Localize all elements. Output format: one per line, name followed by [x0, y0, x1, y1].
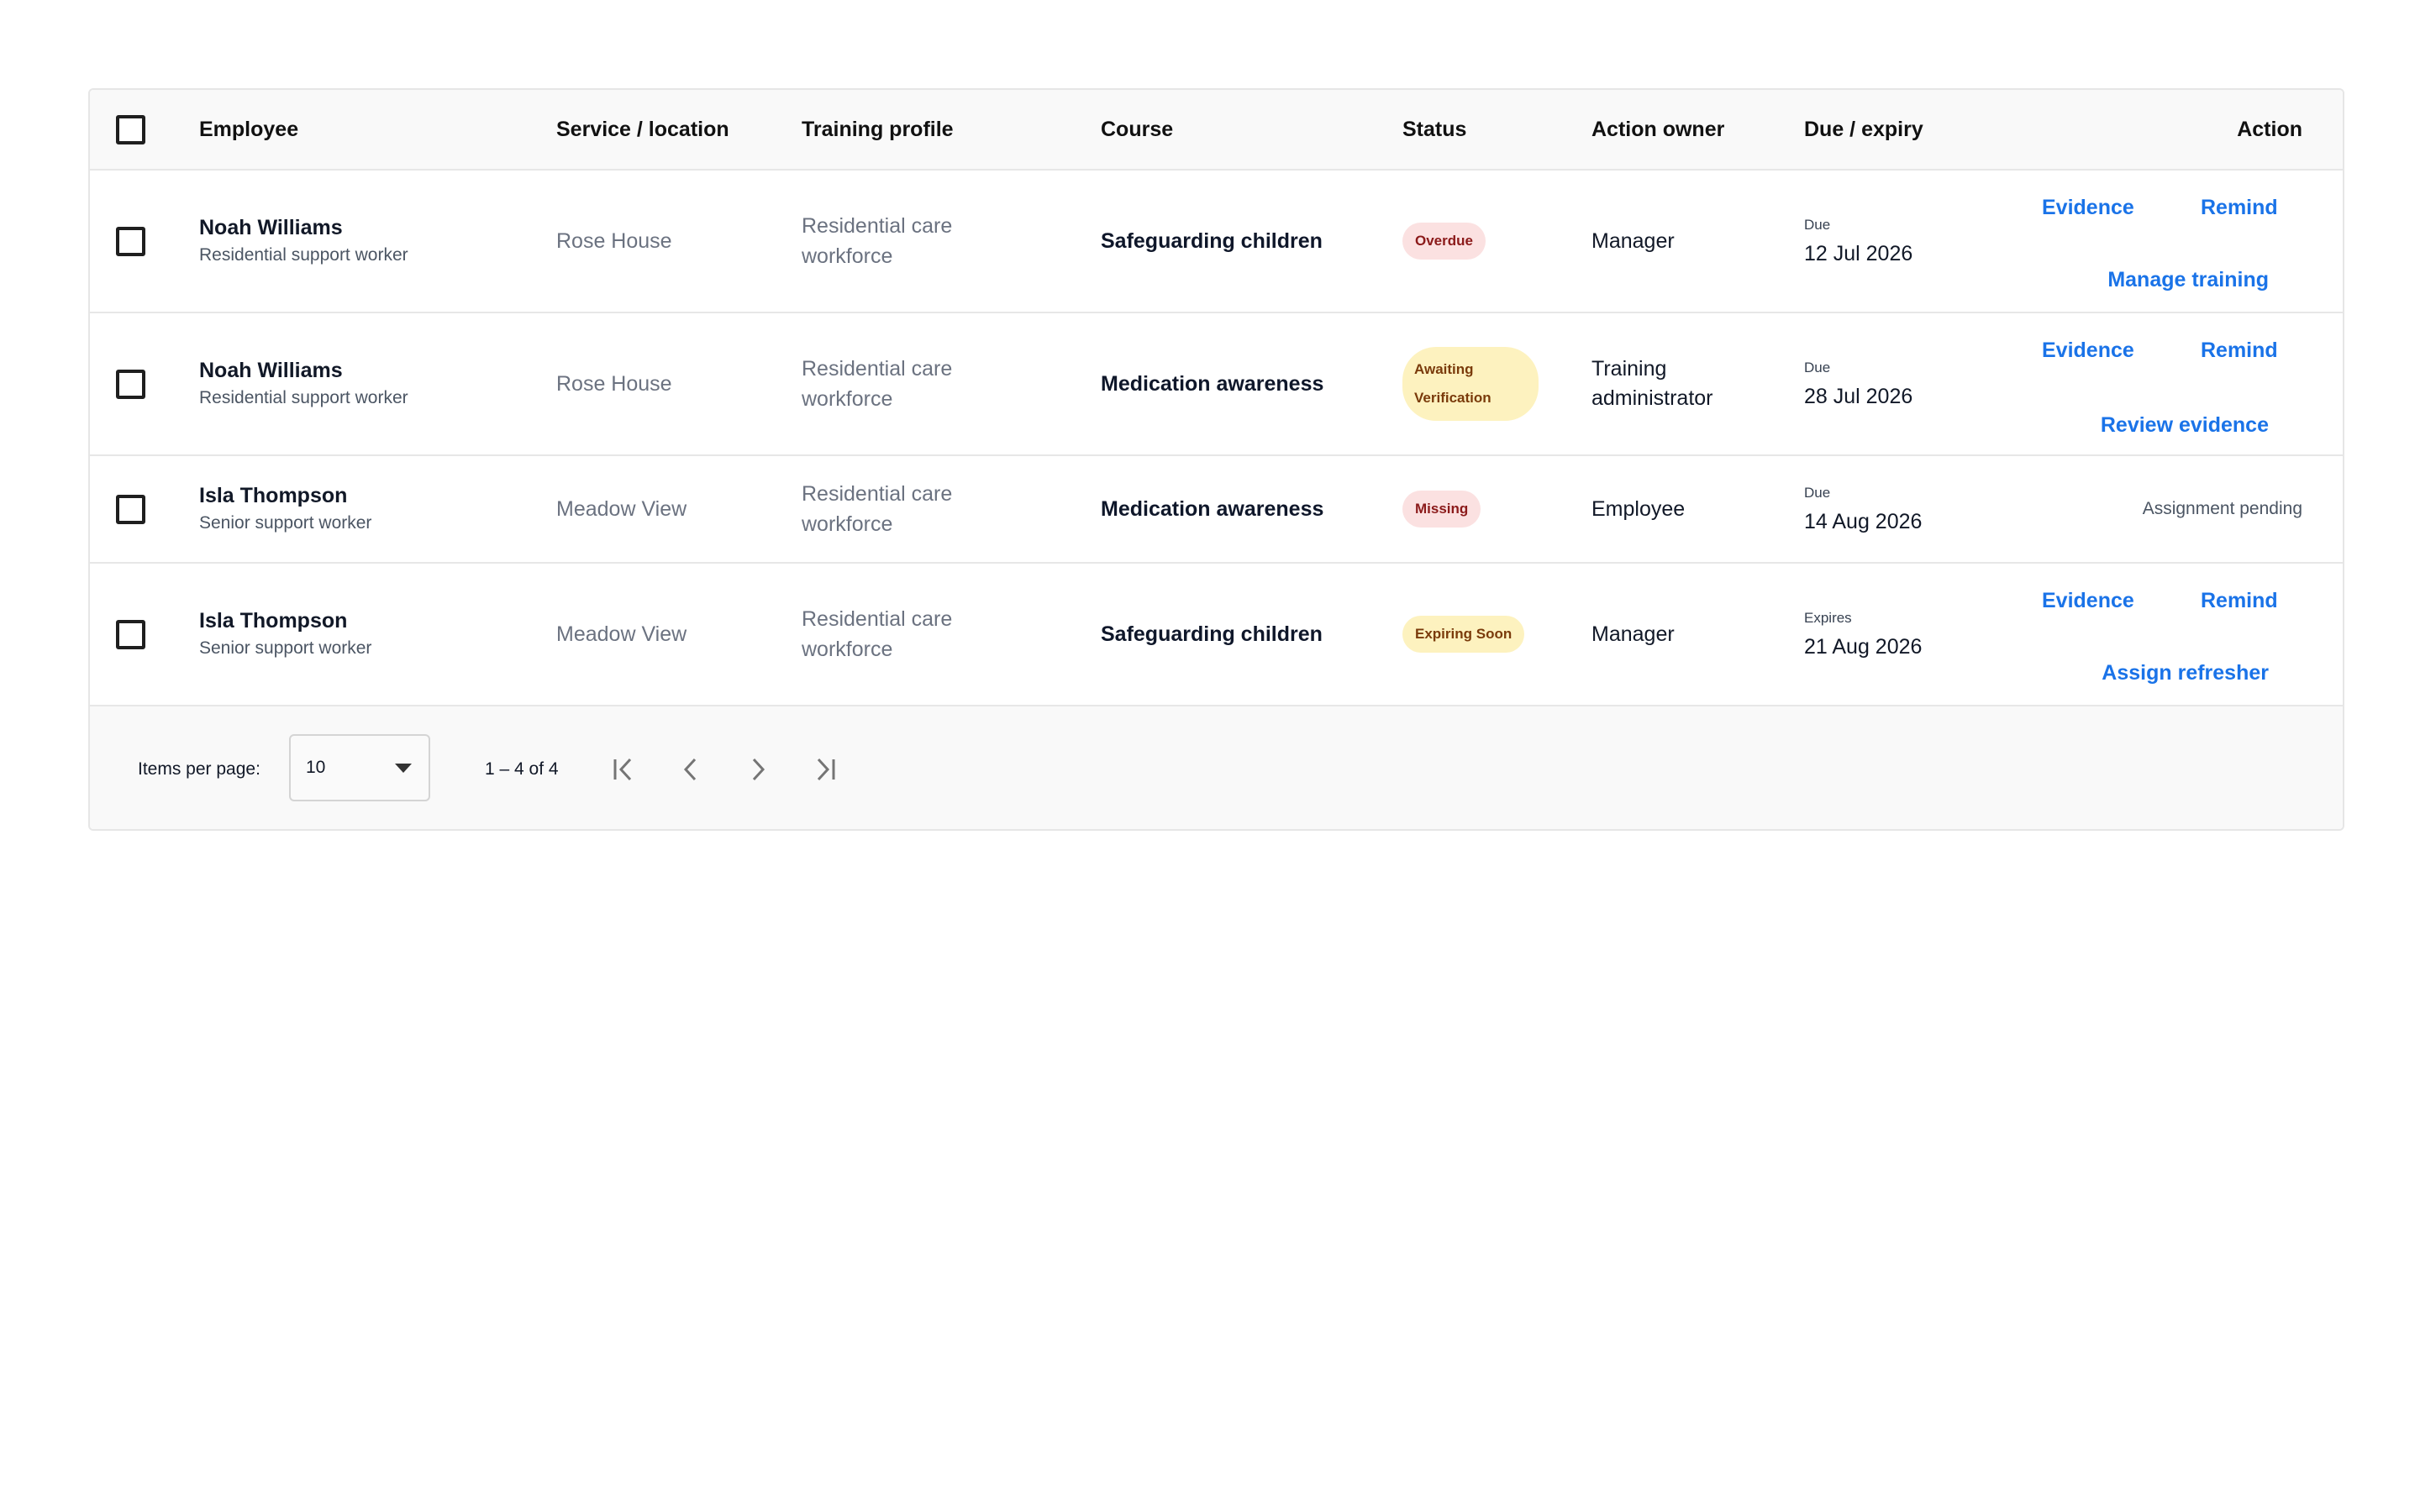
course-name: Safeguarding children [1101, 622, 1323, 646]
due-label: Due [1804, 217, 1831, 233]
action-owner-line2: administrator [1591, 386, 1713, 410]
next-page-button[interactable] [731, 743, 785, 796]
training-table: Employee Service / location Training pro… [88, 88, 2344, 831]
status-badge: Expiring Soon [1402, 616, 1525, 653]
due-date: 12 Jul 2026 [1804, 242, 1913, 265]
employee-cell: Isla Thompson Senior support worker [199, 456, 552, 562]
employee-name: Isla Thompson [199, 484, 348, 507]
previous-page-icon [683, 758, 697, 781]
header-course[interactable]: Course [1101, 118, 1395, 142]
remind-link[interactable]: Remind [2201, 589, 2278, 613]
due-date: 14 Aug 2026 [1804, 510, 1923, 533]
employee-role: Senior support worker [199, 638, 372, 658]
training-profile-line2: workforce [802, 387, 893, 411]
table-row: Isla Thompson Senior support worker Mead… [90, 456, 2343, 564]
row-checkbox[interactable] [115, 619, 145, 649]
evidence-link[interactable]: Evidence [2042, 589, 2134, 613]
table-row: Isla Thompson Senior support worker Mead… [90, 564, 2343, 706]
employee-role: Residential support worker [199, 245, 408, 265]
assignment-pending-text: Assignment pending [2142, 499, 2302, 518]
row-checkbox[interactable] [115, 369, 145, 399]
employee-role: Residential support worker [199, 388, 408, 407]
service-location: Rose House [556, 229, 672, 253]
manage-training-link[interactable]: Manage training [2107, 268, 2269, 292]
first-page-icon [613, 758, 632, 781]
action-owner: Employee [1591, 496, 1686, 521]
header-service[interactable]: Service / location [556, 118, 800, 142]
employee-name: Noah Williams [199, 359, 343, 382]
employee-cell: Noah Williams Residential support worker [199, 313, 552, 454]
employee-name: Isla Thompson [199, 609, 348, 633]
training-profile-line1: Residential care [802, 357, 953, 381]
status-badge: Missing [1402, 491, 1481, 528]
service-location: Meadow View [556, 622, 687, 646]
table-row: Noah Williams Residential support worker… [90, 313, 2343, 456]
row-checkbox[interactable] [115, 494, 145, 524]
expires-label: Expires [1804, 610, 1852, 626]
last-page-button[interactable] [798, 743, 852, 796]
table-header-row: Employee Service / location Training pro… [90, 90, 2343, 171]
status-badge-line2: Verification [1414, 390, 1491, 406]
evidence-link[interactable]: Evidence [2042, 196, 2134, 220]
employee-cell: Noah Williams Residential support worker [199, 171, 552, 312]
status-badge: Overdue [1402, 223, 1486, 260]
header-employee[interactable]: Employee [199, 118, 552, 142]
header-action: Action [2237, 117, 2302, 141]
training-profile-line1: Residential care [802, 214, 953, 238]
training-profile-line1: Residential care [802, 607, 953, 631]
status-badge-line1: Awaiting [1414, 361, 1474, 377]
employee-cell: Isla Thompson Senior support worker [199, 564, 552, 705]
header-action-owner[interactable]: Action owner [1591, 118, 1802, 142]
items-per-page-label: Items per page: [138, 759, 260, 779]
employee-name: Noah Williams [199, 216, 343, 239]
course-name: Medication awareness [1101, 371, 1324, 396]
due-label: Due [1804, 485, 1831, 501]
course-name: Medication awareness [1101, 496, 1324, 521]
items-per-page-value: 10 [306, 758, 326, 777]
service-location: Meadow View [556, 497, 687, 521]
course-name: Safeguarding children [1101, 228, 1323, 253]
training-profile-line2: workforce [802, 244, 893, 268]
assign-refresher-link[interactable]: Assign refresher [2102, 661, 2269, 685]
row-checkbox[interactable] [115, 226, 145, 256]
header-status[interactable]: Status [1402, 118, 1466, 142]
review-evidence-link[interactable]: Review evidence [2101, 413, 2269, 438]
page-range: 1 – 4 of 4 [485, 759, 559, 779]
due-label: Due [1804, 360, 1831, 375]
last-page-icon [817, 758, 835, 781]
header-training-profile[interactable]: Training profile [802, 118, 1096, 142]
items-per-page-select[interactable]: 10 [289, 734, 430, 801]
training-profile-line2: workforce [802, 512, 893, 536]
status-badge: Awaiting Verification [1402, 347, 1539, 421]
header-due-expiry[interactable]: Due / expiry [1804, 118, 2023, 142]
select-all-checkbox[interactable] [115, 114, 145, 144]
action-owner: Manager [1591, 622, 1675, 646]
due-date: 28 Jul 2026 [1804, 385, 1913, 408]
next-page-icon [752, 758, 765, 781]
remind-link[interactable]: Remind [2201, 196, 2278, 220]
remind-link[interactable]: Remind [2201, 339, 2278, 363]
evidence-link[interactable]: Evidence [2042, 339, 2134, 363]
chevron-down-icon [395, 764, 412, 773]
first-page-button[interactable] [597, 743, 650, 796]
previous-page-button[interactable] [664, 743, 718, 796]
service-location: Rose House [556, 372, 672, 396]
table-row: Noah Williams Residential support worker… [90, 171, 2343, 313]
employee-role: Senior support worker [199, 513, 372, 533]
action-owner: Manager [1591, 228, 1675, 253]
training-profile-line1: Residential care [802, 482, 953, 506]
action-owner-line1: Training [1591, 357, 1667, 381]
training-profile-line2: workforce [802, 638, 893, 661]
pagination-bar: Items per page: 10 1 – 4 of 4 [90, 706, 2343, 829]
expiry-date: 21 Aug 2026 [1804, 635, 1923, 659]
